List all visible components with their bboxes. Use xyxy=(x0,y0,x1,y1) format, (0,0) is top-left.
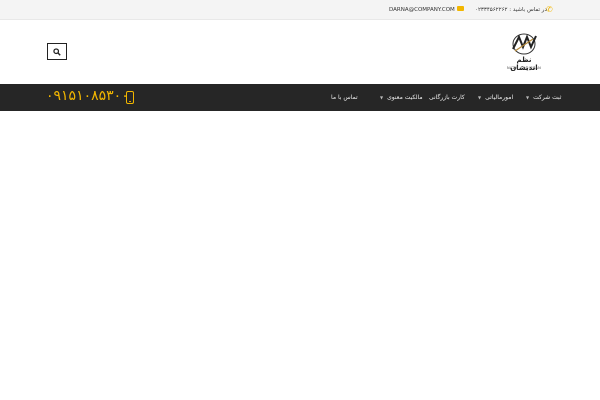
mail-icon xyxy=(457,6,464,11)
nav-item-commercial-card[interactable]: کارت بازرگانی xyxy=(429,84,465,111)
nav-item-label: تماس با ما xyxy=(331,94,358,101)
search-button[interactable] xyxy=(47,43,67,60)
nav-item-tax-affairs[interactable]: امورمالیاتی ▼ xyxy=(474,84,513,111)
contact-email[interactable]: DARNA@COMPANY.COM xyxy=(389,5,455,15)
chevron-down-icon: ▼ xyxy=(526,95,530,100)
nav-item-label: امورمالیاتی xyxy=(485,94,514,101)
site-logo[interactable]: نظم اندیشان NAZM ANDISHAN xyxy=(503,33,545,73)
mobile-phone-icon xyxy=(126,91,134,104)
contact-phone[interactable]: در تماس باشید : ۰۲۳۳۴۵۶۲۲۶۲ xyxy=(475,5,547,15)
logo-subtext: NAZM ANDISHAN xyxy=(506,66,542,70)
site-header: نظم اندیشان NAZM ANDISHAN xyxy=(0,21,600,84)
nav-item-intellectual-property[interactable]: مالکیت معنوی ▼ xyxy=(376,84,423,111)
nav-item-label: مالکیت معنوی xyxy=(387,94,423,101)
nav-item-company-registration[interactable]: ثبت شرکت ▼ xyxy=(522,84,561,111)
chevron-down-icon: ▼ xyxy=(478,95,482,100)
logo-mark-icon xyxy=(512,33,537,55)
nav-item-label: ثبت شرکت xyxy=(533,94,562,101)
chevron-down-icon: ▼ xyxy=(380,95,384,100)
nav-phone-number[interactable]: ۰۹۱۵۱۰۸۵۳۰۰ xyxy=(46,88,129,104)
top-bar: DARNA@COMPANY.COM در تماس باشید : ۰۲۳۳۴۵… xyxy=(0,0,600,20)
search-icon xyxy=(53,47,61,56)
main-navigation: ۰۹۱۵۱۰۸۵۳۰۰ ثبت شرکت ▼ امورمالیاتی ▼ کارت … xyxy=(0,84,600,111)
nav-item-label: کارت بازرگانی xyxy=(429,94,465,101)
phone-icon: ✆ xyxy=(546,5,553,14)
nav-item-contact-us[interactable]: تماس با ما xyxy=(331,84,358,111)
